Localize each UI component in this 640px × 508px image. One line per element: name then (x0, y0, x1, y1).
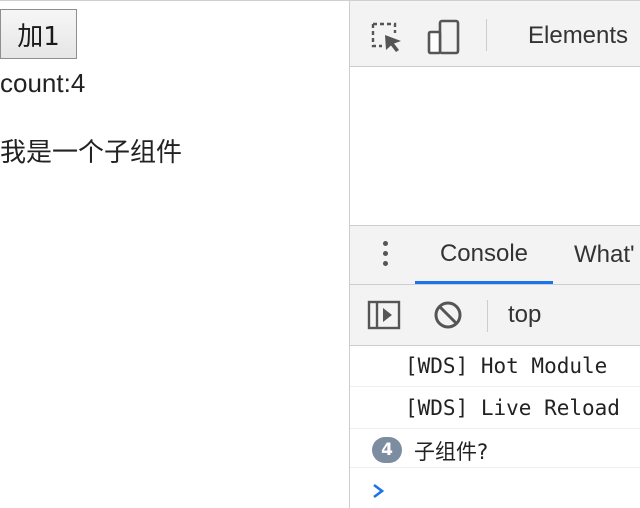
inspect-element-icon[interactable] (370, 21, 404, 55)
tab-console[interactable]: Console (415, 226, 553, 284)
devtools-panel: Elements Console What' top [WDS] Hot Mod… (349, 1, 640, 508)
toolbar-separator (487, 300, 488, 332)
console-message-text: 子组件? (414, 440, 489, 464)
device-toolbar-icon[interactable] (426, 19, 462, 55)
page-content: 加1 count:4 我是一个子组件 (0, 1, 349, 508)
tab-elements[interactable]: Elements (528, 22, 628, 50)
count-text: count:4 (0, 68, 86, 98)
tab-whats-new[interactable]: What' (574, 241, 635, 269)
toolbar-separator (486, 19, 487, 51)
console-message-text: [WDS] Hot Module (405, 354, 608, 378)
console-toolbar: top (350, 285, 640, 346)
context-selector[interactable]: top (508, 301, 541, 329)
more-vertical-icon[interactable] (380, 238, 390, 272)
console-messages: [WDS] Hot Module [WDS] Live Reload 4 子组件… (350, 346, 640, 508)
console-sidebar-icon[interactable] (367, 299, 401, 331)
add-one-button[interactable]: 加1 (0, 9, 77, 59)
devtools-main-toolbar: Elements (350, 1, 640, 67)
console-message: 4 子组件? (350, 430, 640, 468)
elements-pane (350, 67, 640, 226)
app-root: 加1 count:4 我是一个子组件 Elements Console What… (0, 0, 640, 508)
console-message-text: [WDS] Live Reload (405, 396, 620, 420)
console-message: [WDS] Live Reload (350, 388, 640, 429)
clear-console-icon[interactable] (432, 299, 464, 331)
child-component-text: 我是一个子组件 (0, 138, 183, 168)
drawer-tabbar: Console What' (350, 226, 640, 285)
repeat-count-badge: 4 (372, 437, 402, 463)
console-message: [WDS] Hot Module (350, 346, 640, 387)
chevron-right-icon[interactable] (370, 482, 388, 500)
